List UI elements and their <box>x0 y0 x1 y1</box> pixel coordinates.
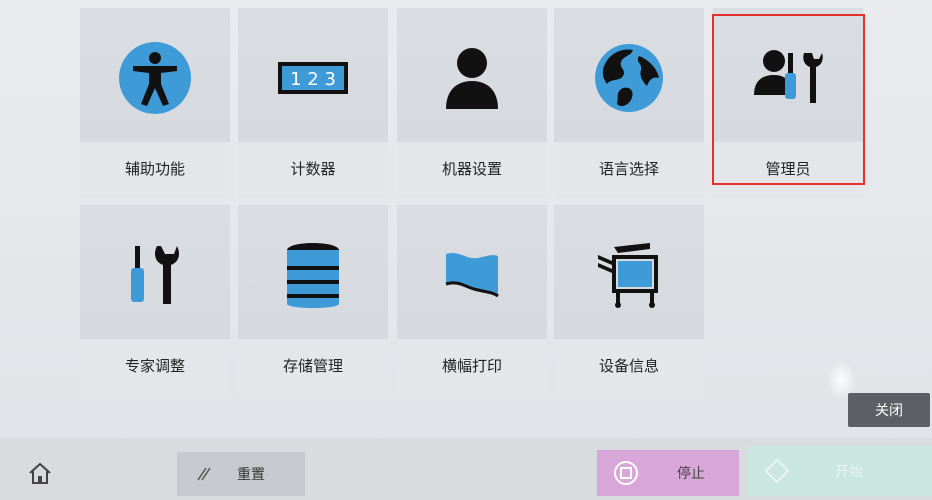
database-icon <box>238 205 388 345</box>
stop-label: 停止 <box>677 466 705 482</box>
tile-label: 存储管理 <box>282 357 343 375</box>
close-button[interactable]: 关闭 <box>848 393 930 427</box>
tile-label: 专家调整 <box>124 357 185 375</box>
tile-label: 横幅打印 <box>441 357 502 375</box>
tile-label: 语言选择 <box>598 160 659 178</box>
start-button[interactable]: 开始 <box>748 446 932 496</box>
printer-icon <box>554 205 704 345</box>
home-button[interactable] <box>10 453 70 493</box>
user-icon <box>397 8 547 148</box>
tile-label: 辅助功能 <box>124 160 185 178</box>
banner-icon <box>397 205 547 345</box>
counter-icon: 1 2 3 <box>238 8 388 148</box>
tile-machine-settings[interactable]: 机器设置 <box>397 8 547 198</box>
selection-highlight <box>712 14 865 185</box>
home-icon <box>29 462 51 484</box>
start-icon <box>764 458 790 484</box>
tile-accessibility[interactable]: 辅助功能 <box>80 8 230 198</box>
tile-language[interactable]: 语言选择 <box>554 8 704 198</box>
stop-icon <box>614 461 638 485</box>
accessibility-icon <box>80 8 230 148</box>
svg-text:1 2 3: 1 2 3 <box>290 69 336 90</box>
stop-button[interactable]: 停止 <box>597 450 739 496</box>
tile-label: 计数器 <box>290 160 336 178</box>
tile-banner-print[interactable]: 横幅打印 <box>397 205 547 395</box>
tile-counter[interactable]: 1 2 3 计数器 <box>238 8 388 198</box>
globe-icon <box>554 8 704 148</box>
tile-storage[interactable]: 存储管理 <box>238 205 388 395</box>
tile-expert-adjust[interactable]: 专家调整 <box>80 205 230 395</box>
tile-device-info[interactable]: 设备信息 <box>554 205 704 395</box>
reset-icon <box>197 467 211 481</box>
reset-label: 重置 <box>237 467 265 483</box>
tile-label: 设备信息 <box>598 357 659 375</box>
tools-icon <box>80 205 230 345</box>
reset-button[interactable]: 重置 <box>177 452 305 496</box>
start-label: 开始 <box>835 464 863 480</box>
tile-label: 机器设置 <box>441 160 502 178</box>
